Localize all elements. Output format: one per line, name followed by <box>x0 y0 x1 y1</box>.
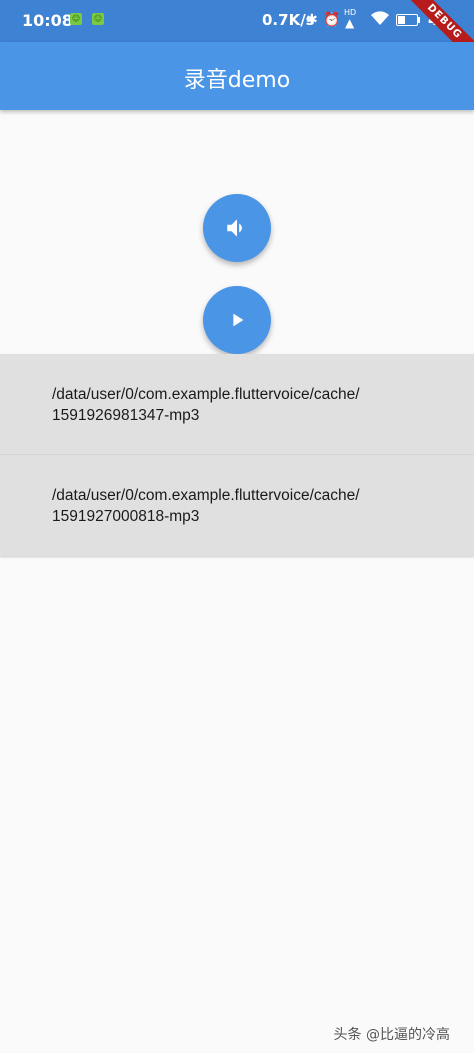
wifi-icon <box>370 10 390 32</box>
app-notification-icon: ☺ <box>92 13 104 25</box>
signal-icon: ▲ <box>345 16 355 30</box>
record-button[interactable] <box>203 194 271 262</box>
recording-path: /data/user/0/com.example.fluttervoice/ca… <box>52 487 360 525</box>
battery-fill <box>398 16 405 24</box>
list-item[interactable]: /data/user/0/com.example.fluttervoice/ca… <box>0 455 474 555</box>
play-button[interactable] <box>203 286 271 354</box>
battery-icon <box>396 14 418 26</box>
battery-cap <box>418 17 420 23</box>
list-item[interactable]: /data/user/0/com.example.fluttervoice/ca… <box>0 354 474 454</box>
page-title: 录音demo <box>183 68 291 93</box>
bluetooth-icon: ✱ <box>306 12 318 28</box>
watermark: 头条 @比逼的冷高 <box>333 1027 450 1043</box>
app-notification-icon: ☺ <box>70 13 82 25</box>
recording-path: /data/user/0/com.example.fluttervoice/ca… <box>52 386 360 424</box>
app-bar: 录音demo <box>0 42 474 110</box>
status-bar: 10:08 ☺ ☺ 0.7K/s ✱ ⏰ HD ▲ 43 DEBUG <box>0 0 474 42</box>
alarm-icon: ⏰ <box>323 12 341 28</box>
recordings-list: /data/user/0/com.example.fluttervoice/ca… <box>0 354 474 556</box>
play-icon <box>226 309 248 331</box>
volume-icon <box>224 215 250 241</box>
status-time: 10:08 <box>22 11 73 30</box>
